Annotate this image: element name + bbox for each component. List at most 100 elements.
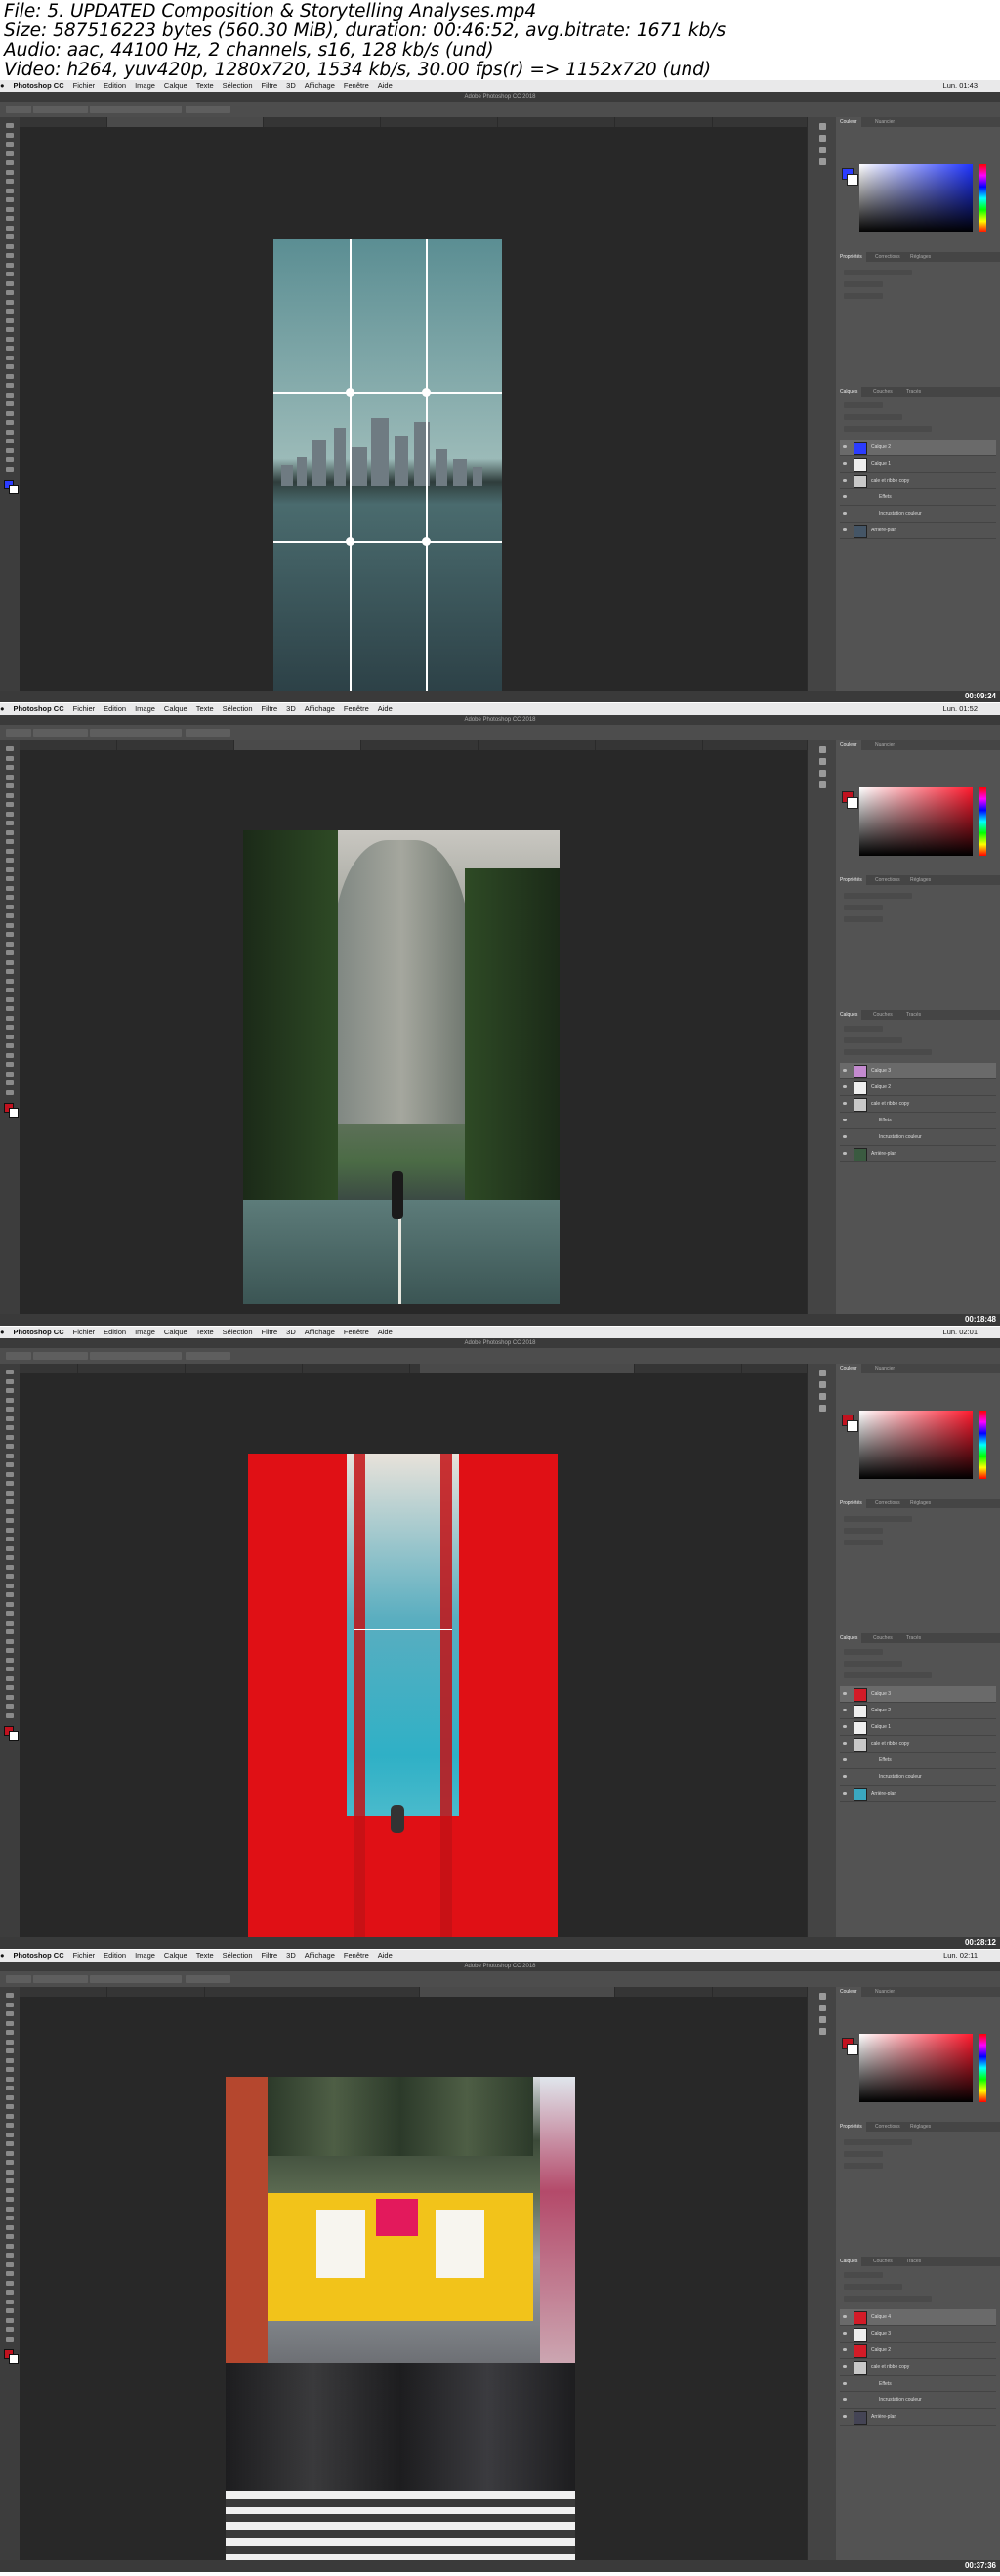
tool-icon[interactable]	[6, 1704, 14, 1709]
eye-icon[interactable]	[843, 1709, 847, 1711]
tool-icon[interactable]	[6, 2160, 14, 2165]
eye-icon[interactable]	[843, 495, 847, 498]
menu-item[interactable]: Edition	[104, 1951, 126, 1960]
tool-icon[interactable]	[6, 913, 14, 918]
option-control[interactable]	[33, 1975, 88, 1983]
tool-icon[interactable]	[6, 1508, 14, 1514]
tool-icon[interactable]	[6, 829, 14, 835]
tool-icon[interactable]	[6, 996, 14, 1002]
option-control[interactable]	[90, 1975, 129, 1983]
panel-tab[interactable]: Calques	[836, 1010, 862, 1020]
tool-icon[interactable]	[6, 1444, 14, 1449]
option-control[interactable]	[33, 1352, 88, 1360]
panel-toggle-icon[interactable]	[819, 1393, 826, 1400]
document-tab[interactable]	[420, 1987, 615, 1997]
panel-toggle-icon[interactable]	[819, 2028, 826, 2035]
layer-row[interactable]: Calque 3	[840, 2326, 996, 2343]
panel-tab[interactable]: Calques	[836, 1633, 862, 1643]
menu-item[interactable]: Affichage	[305, 81, 335, 90]
document-tab[interactable]	[20, 740, 117, 750]
tool-icon[interactable]	[6, 1667, 14, 1671]
document-tab[interactable]	[596, 740, 703, 750]
tool-icon[interactable]	[6, 811, 14, 817]
menu-item[interactable]: Edition	[104, 81, 126, 90]
tool-icon[interactable]	[6, 792, 14, 798]
tool-icon[interactable]	[6, 2187, 14, 2193]
menu-item[interactable]: Texte	[196, 1328, 214, 1336]
property-field[interactable]	[844, 2163, 883, 2169]
tool-icon[interactable]	[6, 1648, 14, 1653]
tool-icon[interactable]	[6, 2197, 14, 2202]
option-control[interactable]	[127, 106, 182, 113]
tool-icon[interactable]	[6, 1080, 14, 1085]
document-tab[interactable]	[312, 1987, 420, 1997]
lock-controls[interactable]	[844, 426, 932, 432]
tool-icon[interactable]	[6, 2002, 14, 2007]
hue-slider[interactable]	[979, 1411, 986, 1479]
panel-toggle-icon[interactable]	[819, 147, 826, 153]
panel-tab[interactable]: Tracés	[902, 1010, 925, 1020]
option-control[interactable]	[6, 729, 31, 737]
panel-tab[interactable]: Couleur	[836, 117, 861, 127]
eye-icon[interactable]	[843, 1758, 847, 1761]
tool-icon[interactable]	[6, 439, 14, 443]
option-control[interactable]	[6, 106, 31, 113]
property-field[interactable]	[844, 1516, 912, 1522]
layer-filter[interactable]	[844, 1026, 883, 1032]
panel-tab[interactable]: Couleur	[836, 1987, 861, 1997]
tool-icon[interactable]	[6, 1555, 14, 1560]
eye-icon[interactable]	[843, 462, 847, 465]
hue-slider[interactable]	[979, 787, 986, 856]
menu-item[interactable]: Calque	[164, 1328, 188, 1336]
option-control[interactable]	[186, 1975, 230, 1983]
tool-icon[interactable]	[6, 1592, 14, 1597]
tool-icon[interactable]	[6, 821, 14, 825]
menu-item[interactable]: Edition	[104, 1328, 126, 1336]
eye-icon[interactable]	[843, 1102, 847, 1105]
layer-row[interactable]: Arrière-plan	[840, 523, 996, 539]
tool-icon[interactable]	[6, 206, 14, 212]
panel-tab[interactable]: Nuancier	[871, 1364, 898, 1373]
lock-controls[interactable]	[844, 2296, 932, 2302]
menu-app-name[interactable]: Photoshop CC	[14, 1951, 64, 1960]
menu-item[interactable]: Filtre	[262, 1951, 278, 1960]
menu-item[interactable]: Sélection	[223, 1951, 253, 1960]
menu-item[interactable]: Aide	[378, 1951, 393, 1960]
tool-icon[interactable]	[6, 2308, 14, 2313]
lock-controls[interactable]	[844, 1049, 932, 1055]
panel-toggle-icon[interactable]	[819, 2016, 826, 2023]
tool-icon[interactable]	[6, 755, 14, 761]
document-tab[interactable]	[205, 1987, 312, 1997]
tool-icon[interactable]	[6, 866, 14, 872]
tool-icon[interactable]	[6, 1425, 14, 1430]
tool-icon[interactable]	[6, 253, 14, 258]
tool-icon[interactable]	[6, 2271, 14, 2276]
tool-icon[interactable]	[6, 1397, 14, 1403]
tool-icon[interactable]	[6, 959, 14, 965]
tool-icon[interactable]	[6, 2086, 14, 2090]
tool-icon[interactable]	[6, 1052, 14, 1058]
menu-item[interactable]: 3D	[286, 81, 296, 90]
menu-item[interactable]: Image	[135, 1951, 155, 1960]
layer-row[interactable]: Calque 2	[840, 1703, 996, 1719]
tool-icon[interactable]	[6, 346, 14, 351]
property-field[interactable]	[844, 281, 883, 287]
menu-item[interactable]: Calque	[164, 81, 188, 90]
tool-icon[interactable]	[6, 1407, 14, 1412]
panel-tab[interactable]: Tracés	[902, 387, 925, 397]
eye-icon[interactable]	[843, 1692, 847, 1695]
layer-row[interactable]: Effets	[840, 489, 996, 506]
tool-icon[interactable]	[6, 839, 14, 844]
tool-icon[interactable]	[6, 1378, 14, 1384]
tool-icon[interactable]	[6, 2317, 14, 2323]
layer-row[interactable]: Incrustation couleur	[840, 1769, 996, 1786]
tool-icon[interactable]	[6, 327, 14, 332]
color-picker-field[interactable]	[859, 787, 973, 856]
option-control[interactable]	[6, 1352, 31, 1360]
property-field[interactable]	[844, 893, 912, 899]
tool-icon[interactable]	[6, 746, 14, 751]
panel-toggle-icon[interactable]	[819, 746, 826, 753]
menu-item[interactable]: Filtre	[262, 81, 278, 90]
tool-icon[interactable]	[6, 280, 14, 286]
option-control[interactable]	[127, 729, 182, 737]
